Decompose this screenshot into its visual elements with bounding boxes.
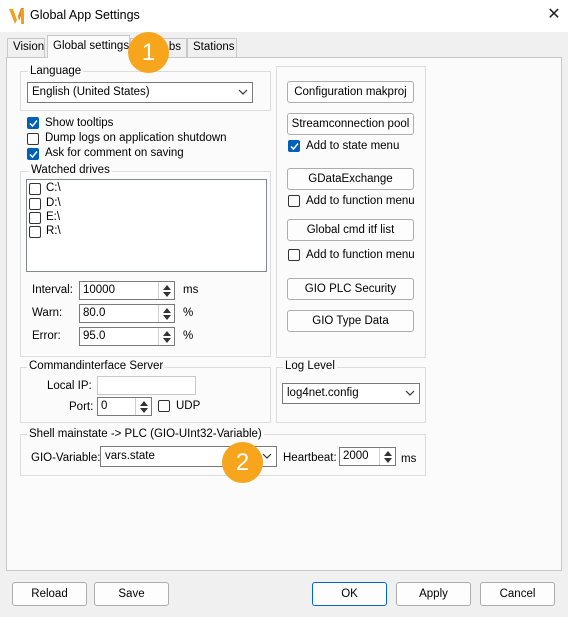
show-tooltips-label: Show tooltips	[45, 117, 114, 129]
language-select-value: English (United States)	[32, 86, 150, 98]
show-tooltips-checkbox[interactable]	[27, 117, 39, 129]
heartbeat-label: Heartbeat:	[283, 452, 337, 464]
log-level-value: log4net.config	[287, 387, 359, 399]
streamconnection-pool-button[interactable]: Streamconnection pool	[287, 113, 414, 135]
local-ip-input[interactable]	[97, 376, 196, 395]
log-level-select[interactable]: log4net.config	[282, 383, 420, 404]
apply-button[interactable]: Apply	[396, 582, 471, 606]
tab-global-settings[interactable]: Global settings	[47, 35, 130, 58]
udp-label: UDP	[176, 400, 201, 412]
language-select[interactable]: English (United States)	[27, 82, 253, 103]
watched-drives-title: Watched drives	[29, 164, 112, 176]
cancel-button[interactable]: Cancel	[480, 582, 555, 606]
tab-stations[interactable]: Stations	[187, 38, 237, 57]
global-cmd-itf-list-button[interactable]: Global cmd itf list	[287, 219, 414, 241]
error-label: Error:	[32, 330, 61, 342]
shell-mainstate-title: Shell mainstate -> PLC (GIO-UInt32-Varia…	[27, 428, 264, 440]
app-logo-icon	[9, 7, 25, 25]
dump-logs-label: Dump logs on application shutdown	[45, 132, 227, 144]
dump-logs-checkbox[interactable]	[27, 133, 39, 145]
gdataexchange-button[interactable]: GDataExchange	[287, 168, 414, 190]
ok-button[interactable]: OK	[312, 582, 387, 606]
spinner-arrows-icon[interactable]	[158, 328, 174, 345]
spinner-arrows-icon[interactable]	[158, 305, 174, 322]
cmd-add-function-checkbox[interactable]	[288, 249, 300, 261]
cmd-add-function-label: Add to function menu	[306, 249, 415, 261]
interval-label: Interval:	[32, 284, 73, 296]
language-group-title: Language	[28, 65, 84, 77]
interval-unit: ms	[183, 284, 199, 296]
gdata-add-function-checkbox[interactable]	[288, 195, 300, 207]
drive-c-checkbox[interactable]	[29, 183, 41, 195]
chevron-down-icon	[238, 86, 248, 98]
callout-badge-1: 1	[128, 32, 169, 73]
error-unit: %	[183, 330, 194, 342]
warn-value: 80.0	[83, 307, 106, 319]
tab-vision[interactable]: Vision	[7, 38, 45, 57]
log-level-title: Log Level	[283, 360, 337, 372]
spinner-arrows-icon[interactable]	[158, 282, 174, 299]
warn-unit: %	[183, 307, 194, 319]
chevron-down-icon	[262, 450, 272, 462]
heartbeat-unit: ms	[401, 453, 417, 465]
ask-comment-checkbox[interactable]	[27, 148, 39, 160]
port-label: Port:	[69, 401, 94, 413]
interval-value: 10000	[83, 284, 115, 296]
drive-d-label: D:\	[46, 197, 61, 209]
add-to-state-menu-label: Add to state menu	[306, 140, 400, 152]
check-icon	[29, 120, 38, 128]
configuration-makproj-button[interactable]: Configuration makproj	[287, 81, 414, 103]
callout-badge-2: 2	[222, 442, 263, 483]
udp-checkbox[interactable]	[158, 400, 170, 412]
gio-plc-security-button[interactable]: GIO PLC Security	[287, 278, 414, 300]
add-to-state-menu-checkbox[interactable]	[288, 140, 300, 152]
error-input[interactable]: 95.0	[79, 327, 175, 346]
heartbeat-input[interactable]: 2000	[339, 447, 396, 466]
drives-list[interactable]	[26, 179, 267, 272]
drive-e-label: E:\	[46, 211, 61, 223]
drive-c-label: C:\	[46, 182, 61, 194]
spinner-arrows-icon[interactable]	[379, 448, 395, 465]
warn-input[interactable]: 80.0	[79, 304, 175, 323]
drive-e-checkbox[interactable]	[29, 212, 41, 224]
error-value: 95.0	[83, 330, 106, 342]
gio-variable-label: GIO-Variable:	[31, 452, 101, 464]
drive-r-checkbox[interactable]	[29, 226, 41, 238]
reload-button[interactable]: Reload	[12, 582, 87, 606]
port-input[interactable]: 0	[97, 397, 152, 416]
gio-type-data-button[interactable]: GIO Type Data	[287, 310, 414, 332]
command-server-title: Commandinterface Server	[27, 360, 166, 372]
drive-r-label: R:\	[46, 225, 61, 237]
check-icon	[29, 151, 38, 159]
check-icon	[290, 143, 299, 151]
ask-comment-label: Ask for comment on saving	[45, 147, 184, 159]
drive-d-checkbox[interactable]	[29, 198, 41, 210]
window-title: Global App Settings	[30, 8, 140, 22]
heartbeat-value: 2000	[343, 450, 369, 462]
close-icon[interactable]: ✕	[544, 5, 564, 25]
save-button[interactable]: Save	[94, 582, 169, 606]
port-value: 0	[101, 400, 108, 412]
spinner-arrows-icon[interactable]	[135, 398, 151, 415]
gio-variable-value: vars.state	[105, 450, 155, 462]
warn-label: Warn:	[32, 307, 63, 319]
gdata-add-function-label: Add to function menu	[306, 195, 415, 207]
chevron-down-icon	[405, 387, 415, 399]
interval-input[interactable]: 10000	[79, 281, 175, 300]
local-ip-label: Local IP:	[47, 380, 92, 392]
